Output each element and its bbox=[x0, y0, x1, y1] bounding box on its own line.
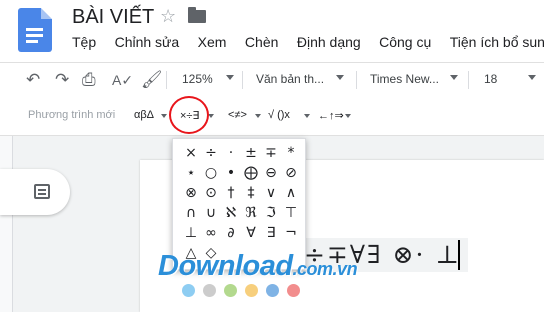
chevron-down-icon[interactable] bbox=[161, 114, 167, 118]
paint-format-icon[interactable]: 🖌︎ bbox=[141, 70, 163, 90]
watermark-dot bbox=[203, 284, 216, 297]
symbol-bottom[interactable]: ⊥ bbox=[181, 223, 201, 243]
chevron-down-icon[interactable] bbox=[226, 75, 234, 80]
watermark-tld: .com.vn bbox=[292, 259, 358, 279]
symbol-partial[interactable]: ∂ bbox=[221, 223, 241, 243]
symbol-vee[interactable]: ∨ bbox=[261, 183, 281, 203]
watermark-brand: Download bbox=[158, 250, 293, 282]
font-size-select[interactable]: 18 bbox=[484, 72, 497, 86]
menu-view[interactable]: Xem bbox=[198, 34, 227, 50]
symbol-otimes[interactable]: ⊗ bbox=[181, 183, 201, 203]
chevron-down-icon[interactable] bbox=[345, 114, 351, 118]
menu-insert[interactable]: Chèn bbox=[245, 34, 278, 50]
menu-format[interactable]: Định dạng bbox=[297, 34, 361, 50]
symbol-star[interactable]: ⋆ bbox=[181, 163, 201, 183]
toolbar-divider bbox=[166, 71, 167, 89]
symbol-divide[interactable]: ÷ bbox=[201, 143, 221, 163]
redo-icon[interactable]: ↷ bbox=[55, 70, 69, 90]
star-icon[interactable]: ☆ bbox=[160, 6, 176, 27]
chevron-down-icon[interactable] bbox=[450, 75, 458, 80]
symbol-dagger[interactable]: † bbox=[221, 183, 241, 203]
vertical-ruler bbox=[0, 136, 13, 312]
menu-bar: Tệp Chỉnh sửa Xem Chèn Định dạng Công cụ… bbox=[72, 34, 544, 54]
watermark-dot bbox=[266, 284, 279, 297]
symbol-times[interactable]: × bbox=[181, 143, 201, 163]
symbol-not[interactable]: ¬ bbox=[281, 223, 301, 243]
undo-icon[interactable]: ↶ bbox=[26, 70, 40, 90]
title-bar: BÀI VIẾT ☆ Tệp Chỉnh sửa Xem Chèn Định d… bbox=[0, 0, 544, 62]
relations-menu[interactable]: <≠> bbox=[228, 109, 247, 121]
watermark-dot bbox=[224, 284, 237, 297]
new-equation-button[interactable]: Phương trình mới bbox=[28, 109, 115, 121]
chevron-down-icon[interactable] bbox=[528, 75, 536, 80]
symbol-minus-plus[interactable]: ∓ bbox=[261, 143, 281, 163]
watermark-logo: Download.com.vn bbox=[158, 250, 358, 283]
symbol-aleph[interactable]: ℵ bbox=[221, 203, 241, 223]
menu-edit[interactable]: Chỉnh sửa bbox=[115, 34, 180, 50]
symbol-oplus[interactable]: ⨁ bbox=[241, 163, 261, 183]
print-icon[interactable]: ⎙ bbox=[82, 70, 96, 90]
symbol-cdot[interactable]: · bbox=[221, 143, 241, 163]
symbol-real[interactable]: ℜ bbox=[241, 203, 261, 223]
folder-icon[interactable] bbox=[188, 7, 206, 23]
symbol-ominus[interactable]: ⊖ bbox=[261, 163, 281, 183]
menu-file[interactable]: Tệp bbox=[72, 34, 96, 50]
document-title[interactable]: BÀI VIẾT bbox=[72, 6, 154, 29]
chevron-down-icon[interactable] bbox=[304, 114, 310, 118]
docs-logo-icon[interactable] bbox=[18, 8, 52, 52]
toolbar: ↶ ↷ ⎙ A✓ 🖌︎ 125% Văn bản th... Times New… bbox=[0, 62, 544, 98]
spellcheck-icon[interactable]: A✓ bbox=[112, 70, 133, 90]
symbol-forall[interactable]: ∀ bbox=[241, 223, 261, 243]
list-icon[interactable] bbox=[34, 184, 50, 199]
symbol-bullet[interactable]: • bbox=[221, 163, 241, 183]
symbol-odot[interactable]: ⊙ bbox=[201, 183, 221, 203]
menu-tools[interactable]: Công cụ bbox=[379, 34, 431, 50]
symbol-cup[interactable]: ∪ bbox=[201, 203, 221, 223]
watermark-dot bbox=[245, 284, 258, 297]
arrows-menu[interactable]: ←↑⇒ bbox=[318, 109, 344, 122]
equation-toolbar: Phương trình mới αβΔ ×÷∃ <≠> √ ()x ←↑⇒ bbox=[0, 97, 544, 136]
style-select[interactable]: Văn bản th... bbox=[256, 72, 324, 86]
symbol-double-dagger[interactable]: ‡ bbox=[241, 183, 261, 203]
symbol-plus-minus[interactable]: ± bbox=[241, 143, 261, 163]
symbol-oslash[interactable]: ⊘ bbox=[281, 163, 301, 183]
toolbar-divider bbox=[242, 71, 243, 89]
symbol-cap[interactable]: ∩ bbox=[181, 203, 201, 223]
math-operations-menu[interactable]: √ ()x bbox=[268, 109, 290, 121]
chevron-down-icon[interactable] bbox=[255, 114, 261, 118]
symbol-circ[interactable]: ○ bbox=[201, 163, 221, 183]
font-select[interactable]: Times New... bbox=[370, 72, 439, 86]
toolbar-divider bbox=[468, 71, 469, 89]
symbol-top[interactable]: ⊤ bbox=[281, 203, 301, 223]
chevron-down-icon[interactable] bbox=[336, 75, 344, 80]
watermark-dot bbox=[287, 284, 300, 297]
highlight-circle bbox=[169, 96, 209, 134]
symbol-wedge[interactable]: ∧ bbox=[281, 183, 301, 203]
symbol-asterisk[interactable]: * bbox=[281, 143, 301, 163]
symbol-imaginary[interactable]: ℑ bbox=[261, 203, 281, 223]
watermark-dot bbox=[182, 284, 195, 297]
symbol-infinity[interactable]: ∞ bbox=[201, 223, 221, 243]
greek-letters-menu[interactable]: αβΔ bbox=[134, 109, 154, 121]
text-cursor bbox=[458, 240, 460, 270]
toolbar-divider bbox=[356, 71, 357, 89]
symbol-exists[interactable]: ∃ bbox=[261, 223, 281, 243]
menu-addons[interactable]: Tiện ích bổ sung bbox=[450, 34, 544, 50]
zoom-select[interactable]: 125% bbox=[182, 72, 213, 86]
